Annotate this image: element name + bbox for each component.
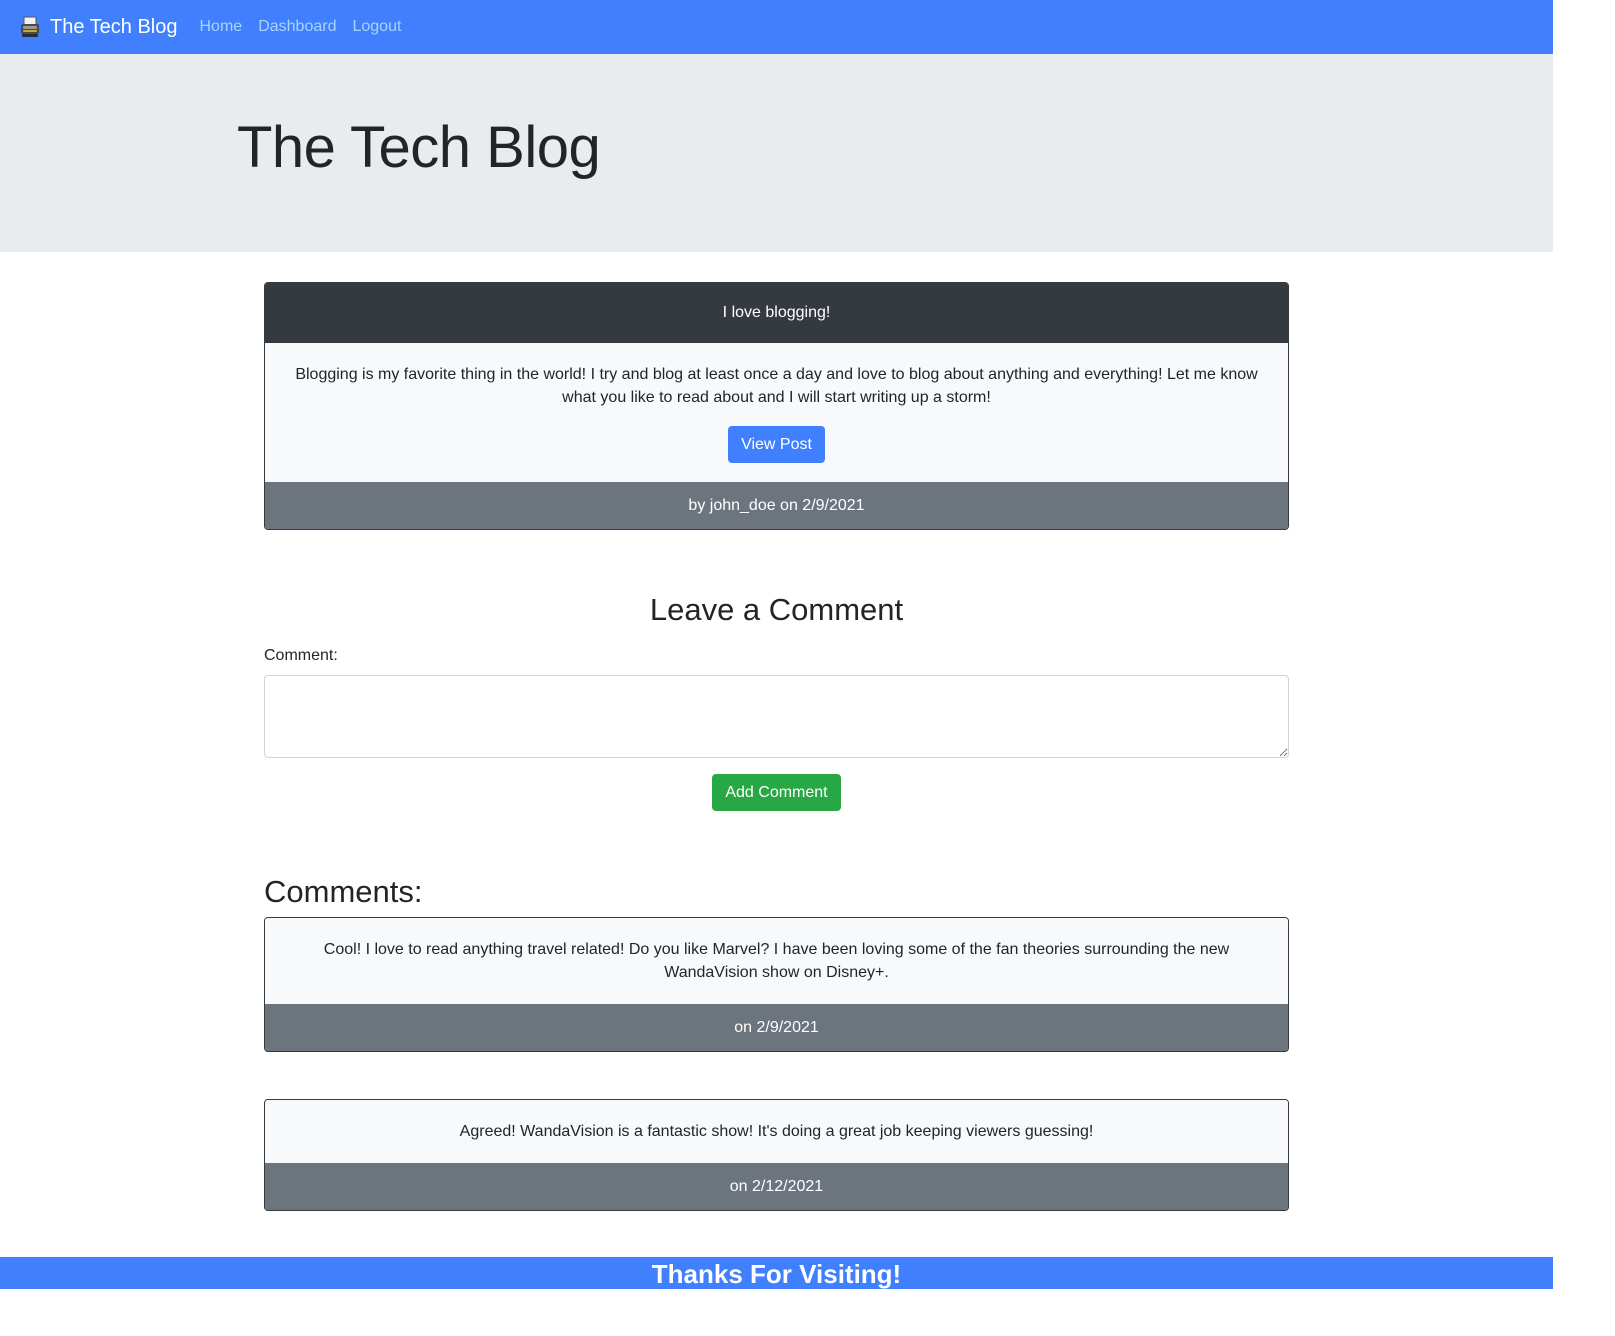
navbar: The Tech Blog Home Dashboard Logout [0,0,1553,54]
comments-title: Comments: [264,874,423,909]
typewriter-icon [20,16,40,38]
post-card: I love blogging! Blogging is my favorite… [264,282,1289,530]
comment-text: Agreed! WandaVision is a fantastic show!… [265,1100,1288,1163]
view-post-button[interactable]: View Post [728,426,825,463]
add-comment-button[interactable]: Add Comment [712,774,841,811]
comment-card: Cool! I love to read anything travel rel… [264,917,1289,1052]
comment-form-title: Leave a Comment [649,592,904,627]
nav-link-home[interactable]: Home [200,18,243,36]
comment-date: on 2/12/2021 [265,1163,1288,1210]
page-title: The Tech Blog [237,115,601,180]
post-content: Blogging is my favorite thing in the wor… [295,366,1258,406]
footer: Thanks For Visiting! [0,1257,1553,1289]
post-title: I love blogging! [265,283,1288,343]
form-actions: Add Comment [264,774,1289,811]
nav-link-logout[interactable]: Logout [352,18,401,36]
comment-date: on 2/9/2021 [265,1004,1288,1051]
jumbotron: The Tech Blog [0,54,1553,252]
comments-section: Comments: Cool! I love to read anything … [264,872,1289,1258]
brand-link[interactable]: The Tech Blog [20,16,178,39]
comment-text: Cool! I love to read anything travel rel… [265,918,1288,1004]
comment-label: Comment: [264,647,338,664]
post-byline: by john_doe on 2/9/2021 [265,482,1288,529]
post-body: Blogging is my favorite thing in the wor… [265,343,1288,482]
brand-label: The Tech Blog [50,15,178,38]
comment-form: Leave a Comment Comment: Add Comment [264,590,1289,811]
comment-card: Agreed! WandaVision is a fantastic show!… [264,1099,1289,1211]
nav-link-dashboard[interactable]: Dashboard [258,18,336,36]
comment-textarea[interactable] [264,675,1289,758]
